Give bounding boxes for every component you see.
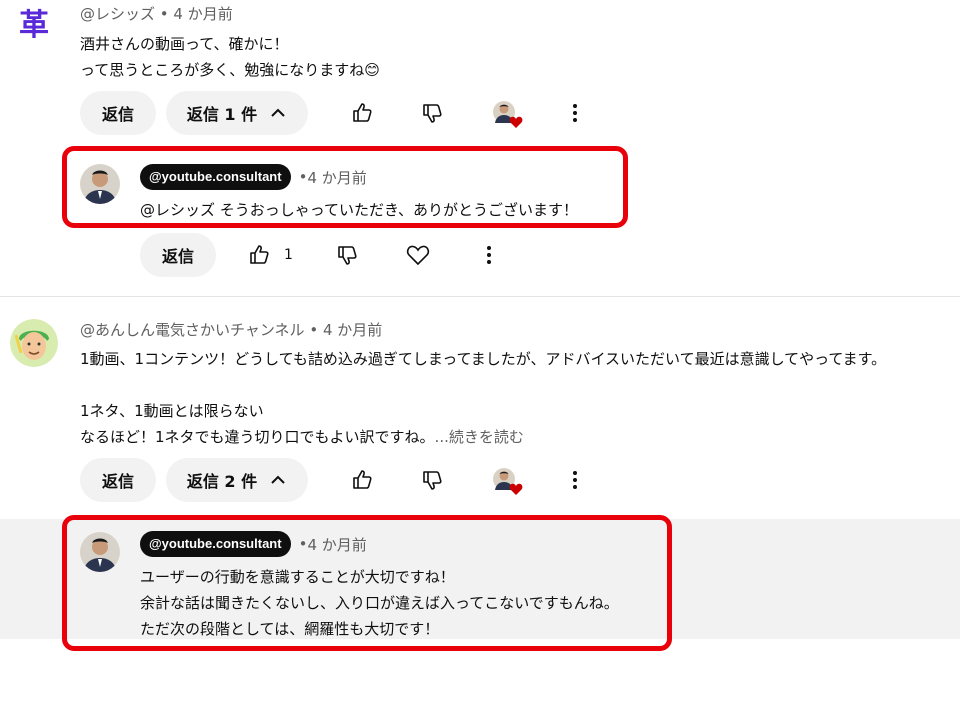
reply-line: @レシッズ そうおっしゃっていただき、ありがとうございます！ <box>140 201 578 219</box>
comment-line: 酒井さんの動画って、確かに！ <box>80 35 289 53</box>
creator-heart-badge <box>493 468 523 498</box>
more-actions-button[interactable] <box>555 460 595 500</box>
reply-line: 余計な話は聞きたくないし、入り口が違えば入ってこないですもんね。 <box>140 594 619 612</box>
heart-icon <box>509 116 523 128</box>
comment-author[interactable]: @レシッズ <box>80 5 155 23</box>
meta-separator: • <box>298 168 308 186</box>
person-avatar-icon <box>80 164 120 204</box>
reply-meta: @youtube.consultant • 4 か月前 <box>140 530 367 558</box>
chevron-up-icon <box>271 475 285 484</box>
reply-button[interactable]: 返信 <box>140 233 216 277</box>
comment-time[interactable]: 4 か月前 <box>173 5 232 23</box>
like-count: 1 <box>284 247 293 263</box>
creator-handle-chip[interactable]: @youtube.consultant <box>140 531 291 557</box>
cartoon-avatar-icon <box>10 319 58 367</box>
reply-button[interactable]: 返信 <box>80 91 156 135</box>
comment-meta: @あんしん電気さかいチャンネル • 4 か月前 <box>80 319 382 340</box>
reply-meta: @youtube.consultant • 4 か月前 <box>140 163 367 191</box>
comment-line: 1ネタ、1動画とは限らない <box>80 402 264 420</box>
replies-toggle-button[interactable]: 返信 1 件 <box>166 91 308 135</box>
heart-icon <box>509 483 523 495</box>
meta-separator: • <box>309 321 323 339</box>
comment-line: 1動画、1コンテンツ！どうしても詰め込み過ぎてしまってましたが、アドバイスいただ… <box>80 350 887 368</box>
more-actions-button[interactable] <box>469 235 509 275</box>
reply-button-label: 返信 <box>101 472 134 491</box>
reply-button[interactable]: 返信 <box>80 458 156 502</box>
creator-handle-chip[interactable]: @youtube.consultant <box>140 164 291 190</box>
dislike-button[interactable] <box>328 235 368 275</box>
read-more-link[interactable]: ...続きを読む <box>435 428 524 446</box>
dislike-button[interactable] <box>413 93 453 133</box>
avatar[interactable] <box>80 532 120 572</box>
comment-meta: @レシッズ • 4 か月前 <box>80 3 233 24</box>
comment-thread: 革 @レシッズ • 4 か月前 酒井さんの動画って、確かに！ って思うところが多… <box>0 0 960 290</box>
more-vert-icon <box>573 104 577 122</box>
reply-button-label: 返信 <box>161 247 194 266</box>
thumbs-up-icon <box>250 245 269 264</box>
divider <box>0 296 960 297</box>
reply-body: ユーザーの行動を意識することが大切ですね！ 余計な話は聞きたくないし、入り口が違… <box>140 564 619 642</box>
heart-button[interactable] <box>398 235 438 275</box>
reply-button-label: 返信 <box>101 105 134 124</box>
thumbs-down-icon <box>338 246 357 265</box>
replies-toggle-label: 返信 1 件 <box>186 105 258 124</box>
meta-separator: • <box>159 5 174 23</box>
avatar[interactable]: 革 <box>14 6 54 46</box>
thumbs-up-icon <box>353 470 372 489</box>
more-vert-icon <box>573 471 577 489</box>
replies-toggle-button[interactable]: 返信 2 件 <box>166 458 308 502</box>
reply-body: @レシッズ そうおっしゃっていただき、ありがとうございます！ <box>140 197 578 223</box>
avatar[interactable] <box>10 319 58 367</box>
meta-separator: • <box>298 535 308 553</box>
comment-line <box>80 372 886 398</box>
comment-line-with-readmore: なるほど！1ネタでも違う切り口でもよい訳ですね。...続きを読む <box>80 424 886 450</box>
reply-line: ただ次の段階としては、網羅性も大切です！ <box>140 620 440 638</box>
comment-time[interactable]: 4 か月前 <box>323 321 382 339</box>
avatar[interactable] <box>80 164 120 204</box>
person-avatar-icon <box>80 532 120 572</box>
comment-line: って思うところが多く、勉強になりますね😊 <box>80 61 380 79</box>
reply-time[interactable]: 4 か月前 <box>307 534 366 555</box>
more-actions-button[interactable] <box>555 93 595 133</box>
creator-heart-badge <box>493 101 523 131</box>
thumbs-up-icon <box>353 103 372 122</box>
dislike-button[interactable] <box>413 460 453 500</box>
comment-thread: @あんしん電気さかいチャンネル • 4 か月前 1動画、1コンテンツ！どうしても… <box>0 300 960 660</box>
like-button[interactable] <box>343 93 383 133</box>
thumbs-down-icon <box>423 104 442 123</box>
comment-line: なるほど！1ネタでも違う切り口でもよい訳ですね。 <box>80 428 435 446</box>
chevron-up-icon <box>271 108 285 117</box>
heart-outline-icon <box>406 245 430 266</box>
like-button[interactable] <box>343 460 383 500</box>
replies-toggle-label: 返信 2 件 <box>186 472 258 491</box>
comment-body: 1動画、1コンテンツ！どうしても詰め込み過ぎてしまってましたが、アドバイスいただ… <box>80 346 886 450</box>
more-vert-icon <box>487 246 491 264</box>
comment-body: 酒井さんの動画って、確かに！ って思うところが多く、勉強になりますね😊 <box>80 31 380 83</box>
reply-time[interactable]: 4 か月前 <box>307 167 366 188</box>
comment-author[interactable]: @あんしん電気さかいチャンネル <box>80 321 305 339</box>
reply-line: ユーザーの行動を意識することが大切ですね！ <box>140 568 455 586</box>
thumbs-down-icon <box>423 471 442 490</box>
like-button[interactable]: 1 <box>248 235 293 275</box>
